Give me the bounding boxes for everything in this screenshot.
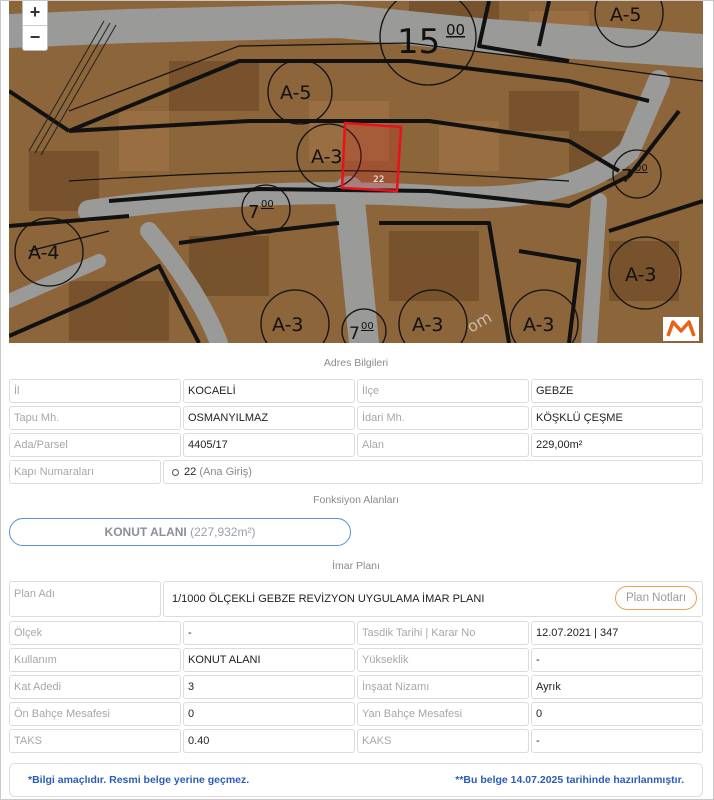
plan-name-label: Plan Adı <box>9 581 161 617</box>
ilce-value: GEBZE <box>531 379 703 403</box>
yukseklik-label: Yükseklik <box>357 648 529 672</box>
plan-notes-button[interactable]: Plan Notları <box>615 586 697 610</box>
address-row-door: Kapı Numaraları 22 (Ana Giriş) <box>9 460 703 484</box>
zoom-in-button[interactable]: + <box>23 1 47 25</box>
address-row-il: İl KOCAELİ İlçe GEBZE <box>9 379 703 403</box>
yan-bahce-value: 0 <box>531 702 703 726</box>
door-bullet-icon <box>172 468 179 476</box>
parcel-number-label: 22 <box>373 175 384 185</box>
height-label-15-sup: 00 <box>446 21 465 39</box>
map-zoom-control: + − <box>22 1 48 51</box>
idari-mh-value: KÖŞKLÜ ÇEŞME <box>531 406 703 430</box>
zone-name: KONUT ALANI <box>104 525 187 539</box>
taks-label: TAKS <box>9 729 181 753</box>
height-label-7-right-sup: 00 <box>635 163 648 174</box>
olcek-value: - <box>183 621 355 645</box>
zone-area: (227,932m²) <box>190 525 256 539</box>
ada-parsel-value: 4405/17 <box>183 433 355 457</box>
alan-label: Alan <box>357 433 529 457</box>
zoning-map-graphic: 15 00 A-5 A-5 A-3 A-4 A-3 A-3 A-3 A-3 7 … <box>9 1 703 343</box>
tasdik-label: Tasdik Tarihi | Karar No <box>357 621 529 645</box>
alan-value: 229,00m² <box>531 433 703 457</box>
kaks-label: KAKS <box>357 729 529 753</box>
height-label-15: 15 <box>397 22 440 62</box>
door-note: (Ana Giriş) <box>199 466 252 478</box>
zone-label-a4: A-4 <box>28 242 60 264</box>
tapu-mh-label: Tapu Mh. <box>9 406 181 430</box>
selected-parcel-outline <box>340 121 403 193</box>
brand-logo-icon <box>663 317 699 341</box>
height-label-7-bottom: 7 <box>349 324 360 343</box>
tasdik-value: 12.07.2021 | 347 <box>531 621 703 645</box>
address-row-parcel: Ada/Parsel 4405/17 Alan 229,00m² <box>9 433 703 457</box>
zone-label-a5-mid: A-5 <box>280 82 312 104</box>
height-label-7-left-sup: 00 <box>261 199 274 210</box>
yan-bahce-label: Yan Bahçe Mesafesi <box>357 702 529 726</box>
on-bahce-label: Ön Bahçe Mesafesi <box>9 702 181 726</box>
zone-label-a5-top: A-5 <box>610 4 642 26</box>
kapi-no-label: Kapı Numaraları <box>9 460 161 484</box>
il-label: İl <box>9 379 181 403</box>
yukseklik-value: - <box>531 648 703 672</box>
height-label-7-bottom-sup: 00 <box>361 321 374 332</box>
plan-name-value: 1/1000 ÖLÇEKLİ GEBZE REVİZYON UYGULAMA İ… <box>172 593 485 605</box>
door-number: 22 <box>184 466 197 478</box>
kat-adedi-label: Kat Adedi <box>9 675 181 699</box>
plan-name-row: Plan Adı 1/1000 ÖLÇEKLİ GEBZE REVİZYON U… <box>9 581 703 617</box>
address-row-mahalle: Tapu Mh. OSMANYILMAZ İdari Mh. KÖŞKLÜ ÇE… <box>9 406 703 430</box>
tapu-mh-value: OSMANYILMAZ <box>183 406 355 430</box>
zone-label-a3-parcel: A-3 <box>311 146 343 168</box>
zoning-map[interactable]: 15 00 A-5 A-5 A-3 A-4 A-3 A-3 A-3 A-3 7 … <box>9 1 703 343</box>
idari-mh-label: İdari Mh. <box>357 406 529 430</box>
disclaimer-left: *Bilgi amaçlıdır. Resmi belge yerine geç… <box>28 774 250 786</box>
zone-label-a3-bottom-1: A-3 <box>272 314 304 336</box>
taks-value: 0.40 <box>183 729 355 753</box>
kapi-no-value: 22 (Ana Giriş) <box>163 460 703 484</box>
zone-label-a3-bottom-3: A-3 <box>523 314 555 336</box>
plan-row-ratios: TAKS 0.40 KAKS - <box>9 729 703 753</box>
height-label-7-right: 7 <box>621 166 632 187</box>
ada-parsel-label: Ada/Parsel <box>9 433 181 457</box>
zone-label-a3-bottom-2: A-3 <box>412 314 444 336</box>
plan-row-usage: Kullanım KONUT ALANI Yükseklik - <box>9 648 703 672</box>
on-bahce-value: 0 <box>183 702 355 726</box>
disclaimer-right: **Bu belge 14.07.2025 tarihinde hazırlan… <box>455 774 684 786</box>
functions-section-title: Fonksiyon Alanları <box>313 494 399 506</box>
kullanim-value: KONUT ALANI <box>183 648 355 672</box>
disclaimer-footer: *Bilgi amaçlıdır. Resmi belge yerine geç… <box>9 763 703 797</box>
insaat-nizami-label: İnşaat Nizamı <box>357 675 529 699</box>
zone-label-a3-right: A-3 <box>625 264 657 286</box>
plan-row-floors: Kat Adedi 3 İnşaat Nizamı Ayrık <box>9 675 703 699</box>
olcek-label: Ölçek <box>9 621 181 645</box>
zone-pill[interactable]: KONUT ALANI (227,932m²) <box>9 518 351 546</box>
insaat-nizami-value: Ayrık <box>531 675 703 699</box>
address-section-title: Adres Bilgileri <box>323 357 389 369</box>
ilce-label: İlçe <box>357 379 529 403</box>
plan-section-title: İmar Planı <box>332 560 380 572</box>
il-value: KOCAELİ <box>183 379 355 403</box>
kaks-value: - <box>531 729 703 753</box>
plan-row-setbacks: Ön Bahçe Mesafesi 0 Yan Bahçe Mesafesi 0 <box>9 702 703 726</box>
kullanim-label: Kullanım <box>9 648 181 672</box>
height-label-7-left: 7 <box>248 202 259 223</box>
plan-row-scale: Ölçek - Tasdik Tarihi | Karar No 12.07.2… <box>9 621 703 645</box>
kat-adedi-value: 3 <box>183 675 355 699</box>
parcel-info-panel: 15 00 A-5 A-5 A-3 A-4 A-3 A-3 A-3 A-3 7 … <box>0 0 714 800</box>
zoom-out-button[interactable]: − <box>23 25 47 50</box>
